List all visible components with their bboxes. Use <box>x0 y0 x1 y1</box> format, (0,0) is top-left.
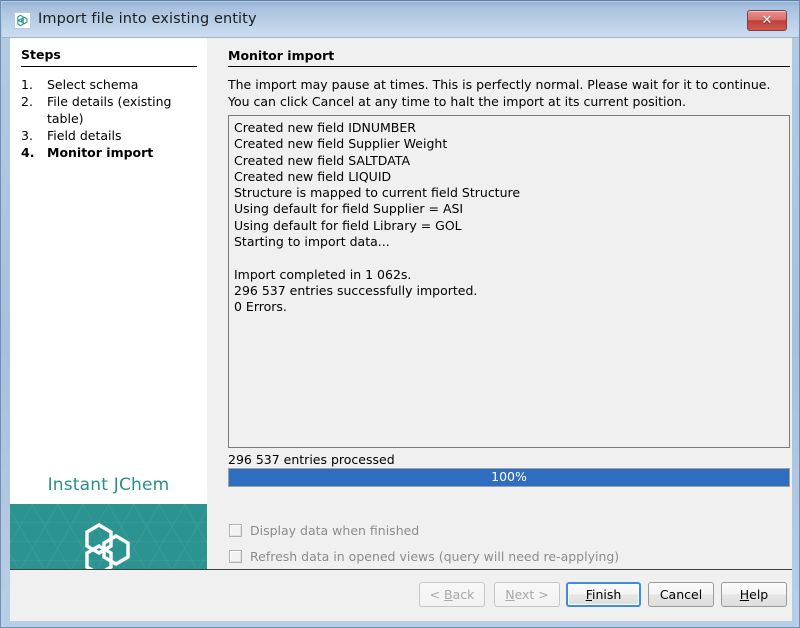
page-description: The import may pause at times. This is p… <box>228 76 788 110</box>
steps-heading: Steps <box>21 47 61 62</box>
log-line: Using default for field Supplier = ASI <box>234 201 784 217</box>
finish-button[interactable]: Finish <box>566 582 641 607</box>
dialog-window: Import file into existing entity ✕ Steps… <box>0 0 800 628</box>
help-button[interactable]: Help <box>721 582 787 607</box>
step-label: Field details <box>47 127 201 144</box>
step-number: 4. <box>21 144 47 161</box>
log-line: Using default for field Library = GOL <box>234 218 784 234</box>
close-button[interactable]: ✕ <box>747 10 787 31</box>
log-line: Starting to import data... <box>234 234 784 250</box>
log-line: Created new field SALTDATA <box>234 153 784 169</box>
log-line: Import completed in 1 062s. <box>234 267 784 283</box>
step-label: Select schema <box>47 76 201 93</box>
step-label: File details (existing table) <box>47 93 201 127</box>
cancel-button[interactable]: Cancel <box>648 582 714 607</box>
step-item-2: 2. File details (existing table) <box>21 93 201 127</box>
step-number: 3. <box>21 127 47 144</box>
log-line: 296 537 entries successfully imported. <box>234 283 784 299</box>
next-button-label: Next > <box>505 587 549 602</box>
import-log-textarea[interactable]: Created new field IDNUMBER Created new f… <box>228 115 790 448</box>
progress-percent-label: 100% <box>229 469 789 486</box>
close-icon: ✕ <box>748 11 786 30</box>
finish-button-label: Finish <box>586 587 622 602</box>
window-title: Import file into existing entity <box>38 11 257 27</box>
button-bar: < Back Next > Finish Cancel Help <box>10 570 792 621</box>
log-line: Created new field LIQUID <box>234 169 784 185</box>
progress-bar: 100% <box>228 468 790 487</box>
next-button[interactable]: Next > <box>494 582 560 607</box>
description-line-1: The import may pause at times. This is p… <box>228 76 788 93</box>
step-number: 2. <box>21 93 47 127</box>
back-button-label: < Back <box>430 587 475 602</box>
steps-list: 1. Select schema 2. File details (existi… <box>21 76 201 161</box>
description-line-2: You can click Cancel at any time to halt… <box>228 93 788 110</box>
steps-panel: Steps 1. Select schema 2. File details (… <box>10 38 207 569</box>
log-line: Structure is mapped to current field Str… <box>234 185 784 201</box>
page-title: Monitor import <box>228 48 334 63</box>
back-button[interactable]: < Back <box>419 582 485 607</box>
checkbox-refresh-data-in-opened-views[interactable]: Refresh data in opened views (query will… <box>229 549 619 564</box>
jchem-hexagon-icon <box>14 12 31 29</box>
steps-divider <box>21 66 197 67</box>
cancel-button-label: Cancel <box>660 587 702 602</box>
main-panel: Monitor import The import may pause at t… <box>207 38 792 569</box>
page-title-divider <box>228 66 790 67</box>
log-line: Created new field Supplier Weight <box>234 136 784 152</box>
checkbox-display-data-when-finished[interactable]: Display data when finished <box>229 523 419 538</box>
step-label: Monitor import <box>47 144 201 161</box>
log-line: 0 Errors. <box>234 299 784 315</box>
step-item-3: 3. Field details <box>21 127 201 144</box>
step-number: 1. <box>21 76 47 93</box>
progress-status-text: 296 537 entries processed <box>228 452 395 467</box>
checkbox-label: Refresh data in opened views (query will… <box>250 549 619 564</box>
product-name: Instant JChem <box>10 475 207 495</box>
checkbox-icon[interactable] <box>229 524 242 537</box>
checkbox-icon[interactable] <box>229 550 242 563</box>
help-button-label: Help <box>740 587 769 602</box>
log-line-blank <box>234 250 784 266</box>
log-line: Created new field IDNUMBER <box>234 120 784 136</box>
step-item-1: 1. Select schema <box>21 76 201 93</box>
step-item-4-current: 4. Monitor import <box>21 144 201 161</box>
checkbox-label: Display data when finished <box>250 523 419 538</box>
title-bar[interactable]: Import file into existing entity ✕ <box>2 2 799 38</box>
dialog-client-area: Steps 1. Select schema 2. File details (… <box>10 38 792 621</box>
